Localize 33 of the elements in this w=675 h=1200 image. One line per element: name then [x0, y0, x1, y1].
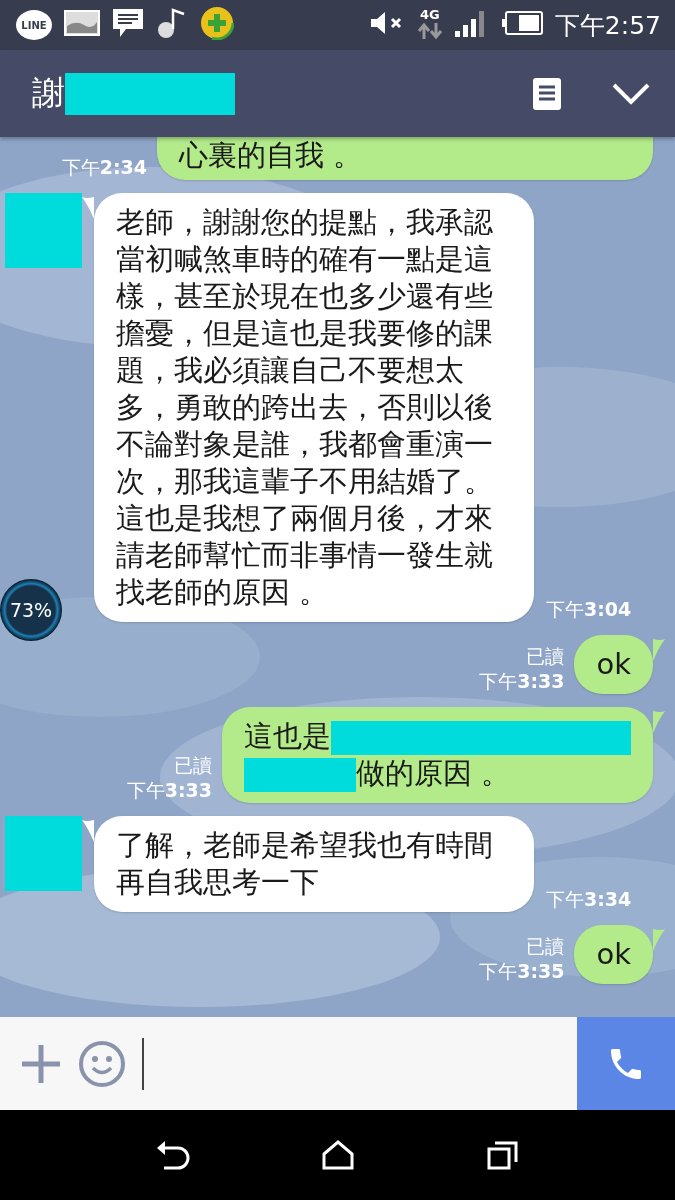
emoji-icon[interactable]	[78, 1039, 126, 1088]
battery-icon	[500, 11, 543, 35]
network-indicator: 4G	[420, 7, 440, 21]
line-app-icon: LINE	[16, 10, 52, 40]
plus-icon[interactable]	[20, 1042, 62, 1085]
message-text: 老師，謝謝您的提點，我承認當初喊煞車時的確有一點是這樣，甚至於現在也多少還有些擔憂，但是這也是我要修的課題，我必須讓自己不要想太多，勇敢的跨出去，否則以後不論對象是誰，我都會重演一次，那我這輩子不用結婚了。這也是我想了兩個月後，才來請老師幫忙而非事情一發生就找老師的原因 。	[116, 205, 493, 609]
read-receipt: 已讀	[526, 934, 565, 959]
message-time: 下午3:34	[546, 887, 632, 912]
read-receipt: 已讀	[174, 753, 212, 778]
recent-apps-icon[interactable]	[486, 1140, 519, 1170]
message-icon	[112, 7, 144, 39]
back-icon[interactable]	[156, 1140, 191, 1170]
message-time: 下午3:04	[546, 597, 632, 622]
message-text: ok	[596, 937, 631, 971]
call-button[interactable]	[577, 1017, 675, 1110]
message-text: 心裏的自我 。	[179, 138, 363, 172]
chevron-down-icon[interactable]	[611, 81, 651, 106]
plus-app-icon	[200, 6, 234, 40]
message-text: 了解，老師是希望我也有時間再自我思考一下	[116, 828, 493, 899]
notes-icon[interactable]	[533, 77, 561, 110]
status-time: 下午2:57	[554, 9, 661, 42]
message-text: ok	[596, 647, 631, 681]
data-arrows-icon	[416, 22, 443, 39]
chat-title: 謝	[32, 72, 65, 114]
read-receipt: 已讀	[526, 644, 565, 669]
message-time: 下午3:35	[479, 959, 565, 984]
message-time: 下午2:34	[61, 155, 147, 180]
message-time: 下午3:33	[126, 778, 212, 803]
message-text: 這也是	[244, 719, 331, 753]
message-time: 下午3:33	[479, 669, 565, 694]
image-icon	[64, 10, 100, 36]
home-icon[interactable]	[322, 1140, 355, 1170]
message-text: 做的原因 。	[356, 756, 511, 790]
